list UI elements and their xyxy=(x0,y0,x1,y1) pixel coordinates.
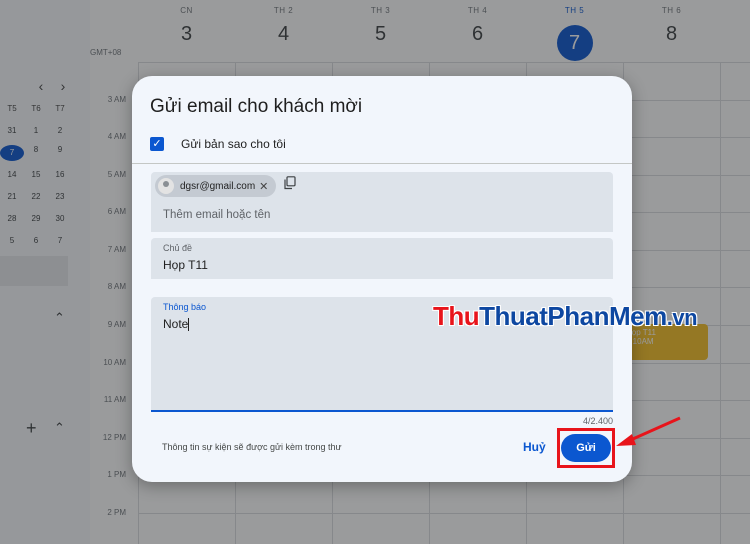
subject-field[interactable]: Chủ đề Họp T11 xyxy=(151,238,613,279)
remove-guest-icon[interactable]: ✕ xyxy=(259,180,268,193)
divider xyxy=(132,163,632,164)
message-label: Thông báo xyxy=(163,302,207,312)
guest-chip[interactable]: dgsr@gmail.com ✕ xyxy=(155,175,276,197)
send-copy-checkbox[interactable]: ✓ xyxy=(150,137,164,151)
watermark-logo: ThuThuatPhanMem.vn xyxy=(433,301,698,331)
pointer-arrow-icon xyxy=(616,416,681,446)
guests-input[interactable]: Thêm email hoặc tên xyxy=(163,209,270,221)
cancel-button[interactable]: Huỷ xyxy=(515,437,554,457)
copy-icon[interactable] xyxy=(284,176,296,190)
dialog-title: Gửi email cho khách mời xyxy=(150,96,363,117)
text-caret xyxy=(188,318,190,332)
subject-label: Chủ đề xyxy=(163,243,193,253)
message-input[interactable]: Note xyxy=(163,317,190,332)
avatar-icon xyxy=(158,178,174,194)
character-counter: 4/2.400 xyxy=(582,416,613,426)
send-button-highlight xyxy=(557,428,615,468)
footer-note: Thông tin sự kiện sẽ được gửi kèm trong … xyxy=(162,442,342,452)
send-copy-label[interactable]: Gửi bản sao cho tôi xyxy=(181,137,286,151)
email-guests-dialog: Gửi email cho khách mời ✓ Gửi bản sao ch… xyxy=(132,76,632,482)
guests-field[interactable]: dgsr@gmail.com ✕ Thêm email hoặc tên xyxy=(151,172,613,232)
subject-input[interactable]: Họp T11 xyxy=(163,258,208,272)
guest-chip-email: dgsr@gmail.com xyxy=(180,180,256,192)
